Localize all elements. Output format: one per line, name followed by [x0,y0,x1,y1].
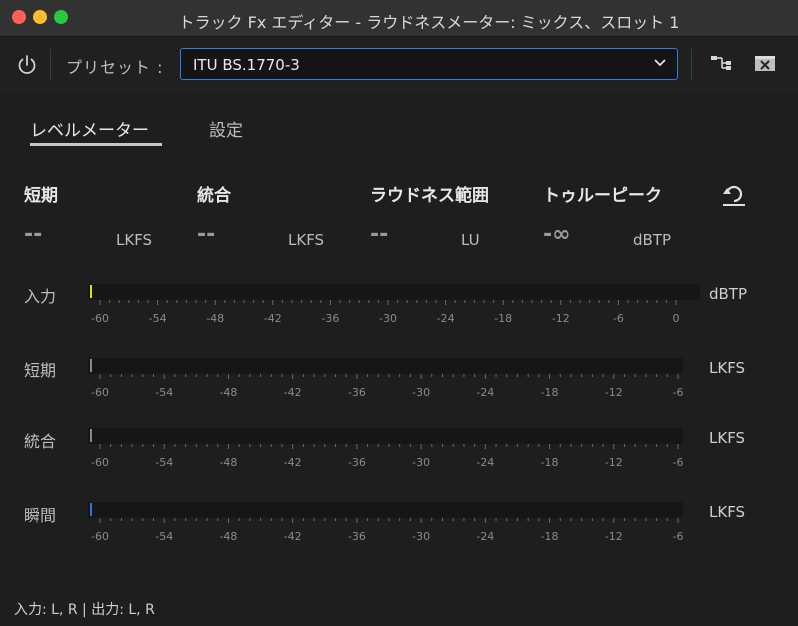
meter-bar-momentary [88,502,683,518]
scale-tick-label: -60 [91,456,109,469]
metric-unit-short-term: LKFS [116,231,153,249]
scale-tick-label: -54 [155,386,173,399]
metric-value-short-term: -- [24,222,43,247]
meter-scale-input: -60 -54 -48 -42 -36 -30 -24 -18 -12 -6 0 [88,300,696,326]
meter-scale-momentary: -60 -54 -48 -42 -36 -30 -24 -18 -12 -6 [88,518,698,544]
preset-value: ITU BS.1770-3 [193,56,300,74]
scale-tick-label: -54 [155,456,173,469]
scale-tick-label: -6 [613,312,624,325]
tab-level-meter[interactable]: レベルメーター [30,116,149,141]
meter-bar-integrated [88,428,683,444]
meter-bar-short-term [88,358,683,374]
scale-tick-label: -48 [219,386,237,399]
scale-tick-label: -6 [673,530,684,543]
toolbar: プリセット : ITU BS.1770-3 [0,37,798,93]
metric-value-loudness-range: -- [370,222,389,247]
preset-dropdown[interactable]: ITU BS.1770-3 [180,48,678,80]
metric-unit-integrated: LKFS [288,231,325,249]
scale-tick-label: -36 [348,530,366,543]
meter-unit-integrated: LKFS [709,429,746,447]
scale-tick-label: -18 [541,456,559,469]
scale-tick-label: -42 [284,386,302,399]
meter-scale-short-term: -60 -54 -48 -42 -36 -30 -24 -18 -12 -6 [88,374,698,400]
meter-bar-input [88,284,700,300]
metric-title-true-peak: トゥルーピーク [543,186,662,206]
scale-tick-label: -54 [149,312,167,325]
meter-unit-input: dBTP [709,285,748,303]
tab-settings[interactable]: 設定 [209,116,243,141]
window-title: トラック Fx エディター - ラウドネスメーター: ミックス、スロット 1 [178,13,680,32]
scale-tick-label: -18 [494,312,512,325]
scale-tick-label: -60 [91,530,109,543]
metric-title-loudness-range: ラウドネス範囲 [370,186,489,206]
metric-title-integrated: 統合 [197,186,231,206]
meter-indicator [90,503,92,516]
scale-tick-label: -48 [219,456,237,469]
meter-label-momentary: 瞬間 [24,506,57,525]
scale-tick-label: -36 [348,386,366,399]
meter-unit-momentary: LKFS [709,503,746,521]
preset-label: プリセット : [66,58,164,77]
active-tab-indicator [30,143,162,146]
scale-tick-label: -30 [412,530,430,543]
scale-tick-label: -18 [541,530,559,543]
scale-tick-label: -24 [437,312,455,325]
title-bar: トラック Fx エディター - ラウドネスメーター: ミックス、スロット 1 [0,0,798,37]
scale-tick-label: -24 [476,456,494,469]
meter-scale-integrated: -60 -54 -48 -42 -36 -30 -24 -18 -12 -6 [88,444,698,470]
scale-tick-label: -18 [541,386,559,399]
scale-tick-label: -36 [321,312,339,325]
io-status: 入力: L, R | 出力: L, R [14,602,155,618]
metric-unit-loudness-range: LU [461,231,480,249]
scale-tick-label: -24 [476,386,494,399]
meter-label-input: 入力 [24,287,57,306]
meter-label-short-term: 短期 [24,361,57,380]
scale-tick-label: -42 [284,456,302,469]
scale-tick-label: -36 [348,456,366,469]
metric-unit-true-peak: dBTP [633,231,672,249]
scale-tick-label: -12 [605,530,623,543]
scale-tick-label: -54 [155,530,173,543]
scale-tick-label: -42 [284,530,302,543]
scale-tick-label: -60 [91,386,109,399]
scale-tick-label: -24 [476,530,494,543]
scale-tick-label: -48 [219,530,237,543]
scale-tick-label: -42 [264,312,282,325]
scale-tick-label: -12 [552,312,570,325]
meter-indicator [90,429,92,442]
scale-tick-label: -30 [379,312,397,325]
metric-title-short-term: 短期 [24,186,58,206]
reset-icon[interactable] [721,182,747,208]
chevron-down-icon [654,59,666,67]
power-icon[interactable] [16,54,38,76]
scale-tick-label: -6 [673,386,684,399]
metric-value-true-peak: -∞ [543,222,571,247]
scale-tick-label: 0 [673,312,680,325]
scale-tick-label: -48 [206,312,224,325]
scale-tick-label: -30 [412,456,430,469]
toolbar-divider [691,49,692,81]
scale-tick-label: -6 [673,456,684,469]
scale-tick-label: -60 [91,312,109,325]
meter-indicator [90,285,92,298]
toolbar-divider [50,49,51,81]
scale-tick-label: -12 [605,456,623,469]
meter-unit-short-term: LKFS [709,359,746,377]
meter-indicator [90,359,92,372]
metric-value-integrated: -- [197,222,216,247]
meter-label-integrated: 統合 [24,432,57,451]
scale-tick-label: -30 [412,386,430,399]
close-panel-icon[interactable] [754,54,776,74]
routing-icon[interactable] [710,54,732,74]
scale-tick-label: -12 [605,386,623,399]
